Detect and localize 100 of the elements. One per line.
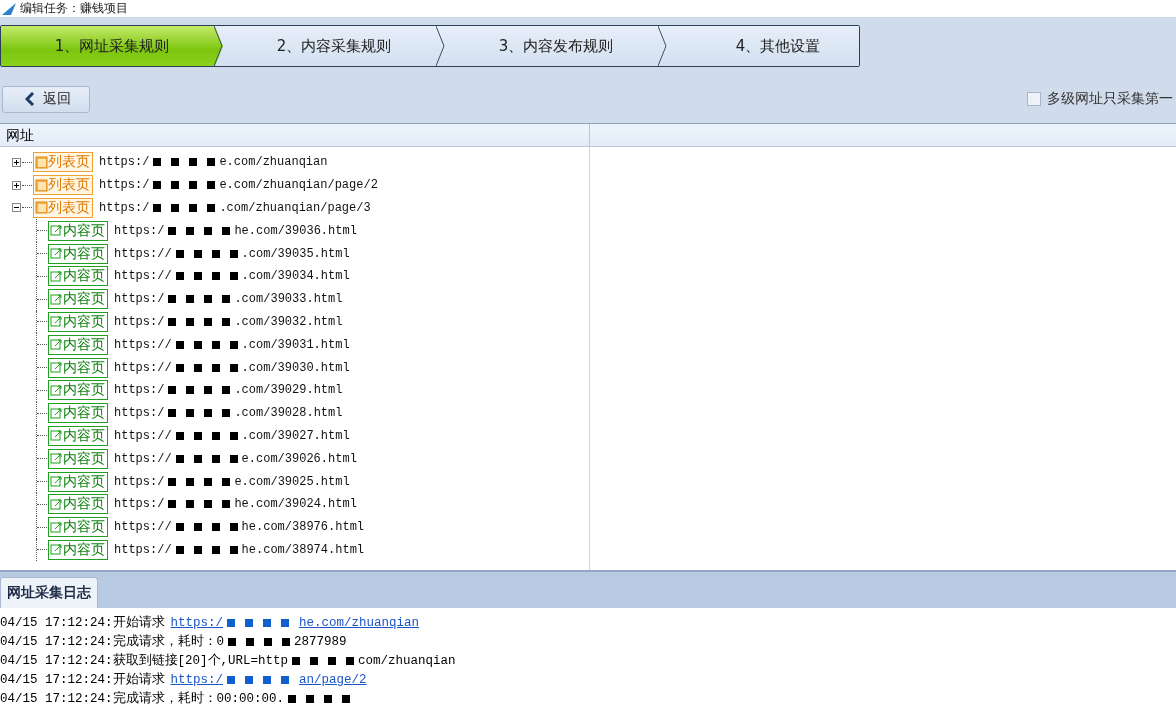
redaction-mark [175,523,238,532]
content-page-tag: 内容页 [48,266,108,287]
redaction-mark [168,317,231,326]
url-text: https:/ [114,406,165,421]
url-text: .com/39032.html [234,314,343,329]
link-out-icon [50,520,63,534]
window-title: 编辑任务：赚钱项目 [20,0,128,17]
content-page-tag: 内容页 [48,471,108,492]
list-page-tag: 列表页 [33,198,93,218]
link-out-icon [50,361,63,375]
url-text: he.com/39024.html [234,497,357,512]
url-text: .com/39031.html [241,337,350,352]
url-text: https:/ [114,292,165,307]
url-text: e.com/39025.html [234,474,350,489]
url-text: https:/ [99,155,150,170]
link-out-icon [50,269,63,283]
redaction-mark [168,386,231,395]
url-text: .com/39035.html [241,246,350,261]
expand-toggle[interactable] [12,203,21,213]
content-page-tag: 内容页 [48,220,108,241]
url-text: https:// [114,520,172,535]
content-page-tag: 内容页 [48,380,108,401]
url-text: e.com/zhuanqian/page/2 [219,178,378,193]
log-text: 2877989 [294,634,347,649]
url-text: .com/39028.html [234,406,343,421]
expand-toggle[interactable] [12,180,21,190]
redaction-mark [168,226,231,235]
link-out-icon [50,406,63,420]
checkbox[interactable] [1027,92,1041,106]
log-text: 04/15 17:12:24:获取到链接[20]个,URL=http [0,652,289,669]
redaction-mark [175,545,238,554]
chevron-divider [658,26,667,66]
redaction-mark [227,675,290,684]
list-page-tag: 列表页 [33,175,93,196]
checkbox-label: 多级网址只采集第一 [1047,90,1173,108]
log-text: 04/15 17:12:24:完成请求，耗时：0 [0,633,225,650]
content-page-tag: 内容页 [48,357,108,378]
url-text: https:// [114,269,172,284]
list-page-tag: 列表页 [33,152,93,173]
chevron-left-icon [25,92,35,106]
link-out-icon [50,247,63,261]
url-text: e.com/zhuanqian [219,155,328,170]
content-page-tag: 内容页 [48,517,108,538]
content-page-tag: 内容页 [48,334,108,355]
link-out-icon [50,315,63,329]
link-out-icon [50,543,63,557]
content-page-tag: 内容页 [48,494,108,515]
log-link[interactable]: an/page/2 [299,672,367,687]
redaction-mark [168,500,231,509]
expand-toggle[interactable] [12,157,21,167]
redaction-mark [153,181,216,190]
url-text: .com/39029.html [234,383,343,398]
back-button[interactable]: 返回 [2,85,90,113]
content-page-tag: 内容页 [48,539,108,560]
redaction-mark [292,656,355,665]
step-tab[interactable]: 1、网址采集规则 [1,26,223,66]
page-icon [35,178,48,192]
redaction-mark [153,158,216,167]
log-text: com/zhuanqian [358,653,456,668]
url-text: .com/zhuanqian/page/3 [219,201,371,215]
redaction-mark [227,618,290,627]
chevron-divider [436,26,445,66]
log-link[interactable]: https:/ [170,615,224,630]
redaction-mark [175,454,238,463]
log-text: 04/15 17:12:24:开始请求 [0,614,165,631]
url-text: https:/ [114,497,165,512]
chevron-divider [214,26,223,66]
url-text: .com/39034.html [241,269,350,284]
url-text: he.com/39036.html [234,223,357,238]
log-link[interactable]: he.com/zhuanqian [299,615,420,630]
url-text: https:/ [114,474,165,489]
url-text: .com/39033.html [234,292,343,307]
app-icon [2,2,16,15]
link-out-icon [50,452,63,466]
url-text: https:/ [114,314,165,329]
redaction-mark [175,431,238,440]
content-page-tag: 内容页 [48,243,108,264]
redaction-mark [168,295,231,304]
link-out-icon [50,497,63,511]
log-tab[interactable]: 网址采集日志 [0,577,98,608]
link-out-icon [50,292,63,306]
link-out-icon [50,475,63,489]
url-text: https:/ [99,201,150,215]
page-icon [35,155,48,169]
content-page-tag: 内容页 [48,311,108,332]
content-page-tag: 内容页 [48,425,108,446]
url-text: https:// [114,542,172,557]
redaction-mark [175,340,238,349]
log-text: 04/15 17:12:24:开始请求 [0,671,165,688]
url-text: https:/ [99,178,150,193]
content-page-tag: 内容页 [48,448,108,469]
redaction-mark [168,477,231,486]
column-header: 网址 [0,124,590,146]
content-page-tag: 内容页 [48,289,108,310]
url-text: https:// [114,337,172,352]
log-link[interactable]: https:/ [170,672,224,687]
url-text: https:// [114,360,172,375]
url-text: .com/39027.html [241,428,350,443]
redaction-mark [153,204,216,212]
link-out-icon [50,429,63,443]
